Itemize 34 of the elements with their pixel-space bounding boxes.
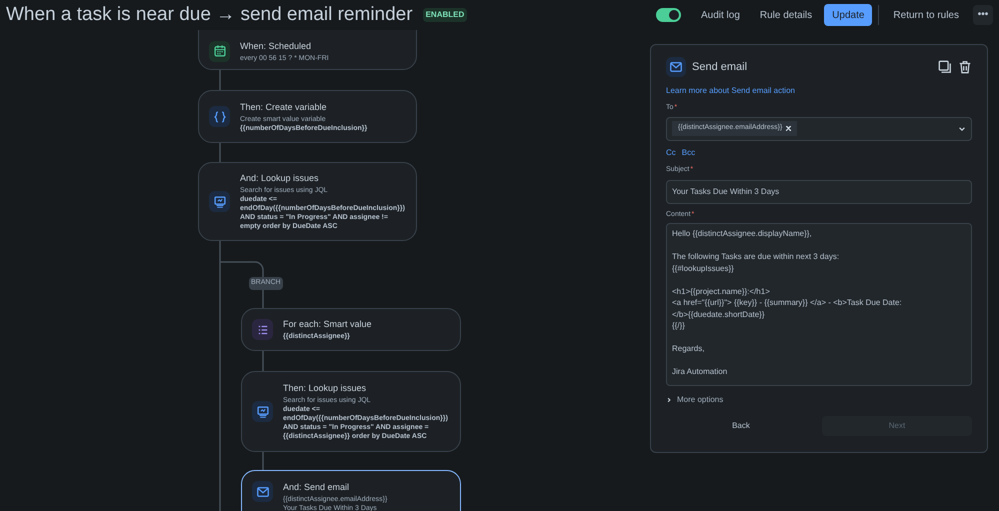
delete-icon[interactable]: [958, 60, 972, 74]
copy-icon[interactable]: [938, 60, 952, 74]
node-title: Then: Create variable: [240, 100, 328, 112]
update-button[interactable]: Update: [824, 4, 872, 26]
rule-title: When a task is near due → send email reminder: [6, 2, 413, 27]
learn-more-link[interactable]: Learn more about Send email action: [666, 85, 972, 97]
remove-icon[interactable]: [786, 126, 792, 131]
more-options-toggle[interactable]: More options: [666, 394, 724, 406]
node-title: Then: Lookup issues: [283, 382, 368, 394]
envelope-icon: [252, 481, 273, 502]
cc-link[interactable]: Cc: [666, 146, 676, 158]
more-button[interactable]: •••: [973, 5, 993, 25]
node-title: And: Send email: [283, 481, 350, 493]
toolbar-button[interactable]: Rule details: [752, 4, 820, 26]
monitor-icon: [252, 401, 273, 422]
content-field[interactable]: Hello {{distinctAssignee.displayName}}, The following Tasks are due within next 3 days: {{#lookupIssues}} <h1>{{project.name}}:</h1> <a href="{{url}}"> {{key}} - {{summary}} </a> - <b>Task Due Date: </b>{{duedate.shortDate}} {{/}} Regards, Jira Automation: [666, 223, 972, 386]
nav-button[interactable]: Back: [666, 416, 816, 436]
calendar-icon: [209, 40, 230, 62]
monitor-icon: [209, 191, 230, 212]
enable-toggle[interactable]: [656, 8, 681, 22]
braces-icon: [209, 106, 230, 127]
node-title: For each: Smart value: [283, 318, 372, 330]
node-title: When: Scheduled: [240, 40, 312, 52]
panel-title: Send email: [692, 60, 748, 75]
cc-link[interactable]: Bcc: [682, 146, 696, 158]
envelope-icon: [666, 57, 686, 77]
chevron-down-icon[interactable]: [958, 124, 966, 132]
status-badge: ENABLED: [422, 8, 468, 22]
toolbar-button[interactable]: Return to rules: [885, 4, 967, 26]
list-icon: [252, 319, 273, 340]
node-title: And: Lookup issues: [240, 172, 320, 184]
subject-field[interactable]: Your Tasks Due Within 3 Days: [666, 180, 972, 204]
toolbar-button[interactable]: Audit log: [692, 4, 748, 26]
chevron-icon: [666, 397, 672, 403]
